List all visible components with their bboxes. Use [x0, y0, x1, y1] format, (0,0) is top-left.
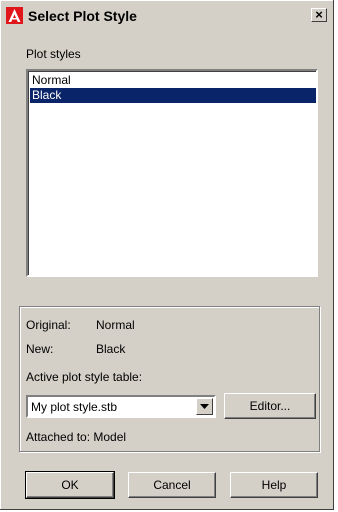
select-plot-style-dialog: Select Plot Style × Plot styles Normal B…	[0, 0, 334, 510]
editor-button[interactable]: Editor...	[224, 393, 316, 419]
attached-to-text: Attached to: Model	[26, 430, 127, 444]
active-table-select[interactable]: My plot style.stb	[26, 395, 216, 418]
active-table-label: Active plot style table:	[26, 370, 143, 384]
ok-button[interactable]: OK	[25, 471, 115, 499]
new-label: New:	[26, 342, 54, 356]
close-icon: ×	[315, 7, 323, 22]
autocad-logo-icon	[6, 7, 23, 24]
new-value: Black	[96, 342, 126, 356]
dialog-title: Select Plot Style	[28, 8, 137, 24]
original-label: Original:	[26, 318, 71, 332]
close-button[interactable]: ×	[311, 8, 327, 22]
list-item-normal[interactable]: Normal	[30, 73, 316, 88]
list-item-black[interactable]: Black	[30, 88, 316, 103]
dropdown-button[interactable]	[196, 398, 213, 415]
active-table-value: My plot style.stb	[31, 400, 118, 414]
chevron-down-icon	[200, 404, 209, 409]
help-button[interactable]: Help	[230, 472, 318, 498]
original-value: Normal	[96, 318, 135, 332]
title-bar[interactable]: Select Plot Style ×	[2, 2, 331, 30]
plot-styles-label: Plot styles	[26, 47, 81, 61]
cancel-button[interactable]: Cancel	[128, 472, 216, 498]
plot-styles-list[interactable]: Normal Black	[26, 69, 318, 277]
